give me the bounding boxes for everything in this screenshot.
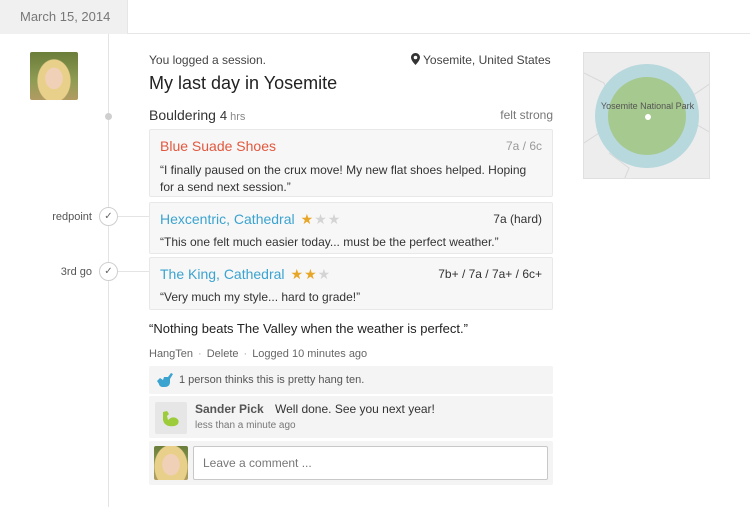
session-title[interactable]: My last day in Yosemite bbox=[149, 73, 337, 94]
muscle-icon bbox=[163, 411, 179, 427]
map-pin-icon bbox=[411, 53, 420, 65]
separator: · bbox=[198, 348, 202, 360]
activity-name: Bouldering bbox=[149, 107, 216, 123]
avatar-photo bbox=[154, 446, 188, 480]
comment: Sander Pick Well done. See you next year… bbox=[149, 396, 553, 438]
hang-ten-bar: 1 person thinks this is pretty hang ten. bbox=[149, 366, 553, 394]
activity-feeling: felt strong bbox=[500, 108, 553, 122]
timeline-dot bbox=[105, 113, 112, 120]
date-header: March 15, 2014 bbox=[0, 0, 750, 34]
star-icon: ★ bbox=[290, 266, 305, 282]
check-icon: ✓ bbox=[99, 262, 118, 281]
compose-avatar bbox=[154, 446, 188, 480]
session-meta: You logged a session. bbox=[149, 53, 266, 67]
check-icon: ✓ bbox=[99, 207, 118, 226]
climb-name-row: Hexcentric, Cathedral ★★★ bbox=[160, 211, 542, 228]
hours-unit: hrs bbox=[230, 111, 246, 123]
climb-name[interactable]: The King, Cathedral bbox=[160, 266, 285, 282]
star-icon: ★ bbox=[327, 211, 342, 227]
comment-compose bbox=[149, 441, 553, 485]
user-avatar[interactable] bbox=[30, 52, 78, 100]
marker-connector bbox=[118, 271, 150, 272]
climb-card: Blue Suade Shoes 7a / 6c “I finally paus… bbox=[149, 129, 553, 197]
climb-grade: 7a (hard) bbox=[493, 212, 542, 226]
climb-note: “Very much my style... hard to grade!” bbox=[160, 290, 361, 304]
climb-name[interactable]: Hexcentric, Cathedral bbox=[160, 211, 295, 227]
climb-name[interactable]: Blue Suade Shoes bbox=[160, 138, 542, 154]
session-actions: HangTen · Delete · Logged 10 minutes ago bbox=[149, 348, 367, 360]
session-quote: “Nothing beats The Valley when the weath… bbox=[149, 321, 468, 336]
comment-text: Well done. See you next year! bbox=[275, 402, 435, 416]
logged-time: Logged 10 minutes ago bbox=[252, 348, 368, 360]
marker-label: 3rd go bbox=[60, 266, 92, 278]
star-icon: ★ bbox=[314, 211, 328, 227]
map-graphic bbox=[584, 64, 709, 178]
location-map[interactable]: Yosemite National Park bbox=[583, 52, 710, 179]
star-icon: ★ bbox=[304, 266, 318, 282]
hours-value: 4 bbox=[219, 108, 228, 123]
climb-card: The King, Cathedral ★★★ 7b+ / 7a / 7a+ / … bbox=[149, 257, 553, 310]
comment-time: less than a minute ago bbox=[195, 420, 296, 431]
activity-hours: 4 hrs bbox=[219, 108, 246, 123]
climb-note: “This one felt much easier today... must… bbox=[160, 235, 499, 249]
climb-card: Hexcentric, Cathedral ★★★ 7a (hard) “This… bbox=[149, 202, 553, 254]
commenter-avatar[interactable] bbox=[155, 402, 187, 434]
star-rating: ★★★ bbox=[301, 211, 342, 228]
map-label: Yosemite National Park bbox=[600, 101, 695, 111]
marker-connector bbox=[118, 216, 150, 217]
separator: · bbox=[243, 348, 248, 360]
session-location[interactable]: Yosemite, United States bbox=[411, 53, 551, 67]
hang-ten-hand-icon bbox=[157, 373, 173, 387]
location-marker-icon bbox=[645, 114, 651, 120]
location-text: Yosemite, United States bbox=[423, 53, 551, 67]
avatar-photo bbox=[30, 52, 78, 100]
climb-grade: 7b+ / 7a / 7a+ / 6c+ bbox=[438, 267, 542, 281]
hang-ten-text: 1 person thinks this is pretty hang ten. bbox=[179, 374, 365, 386]
star-rating: ★★★ bbox=[291, 266, 332, 283]
star-icon: ★ bbox=[317, 266, 332, 282]
hangten-link[interactable]: HangTen bbox=[149, 348, 193, 360]
delete-link[interactable]: Delete bbox=[207, 348, 239, 360]
comment-author[interactable]: Sander Pick bbox=[195, 402, 264, 416]
date-tab: March 15, 2014 bbox=[0, 0, 128, 34]
climb-note: “I finally paused on the crux move! My n… bbox=[160, 163, 527, 194]
climb-grade: 7a / 6c bbox=[505, 139, 542, 153]
activity-row: Bouldering 4 hrs felt strong bbox=[149, 107, 553, 123]
comment-input[interactable] bbox=[193, 446, 548, 480]
marker-label: redpoint bbox=[52, 211, 92, 223]
star-icon: ★ bbox=[300, 211, 315, 227]
